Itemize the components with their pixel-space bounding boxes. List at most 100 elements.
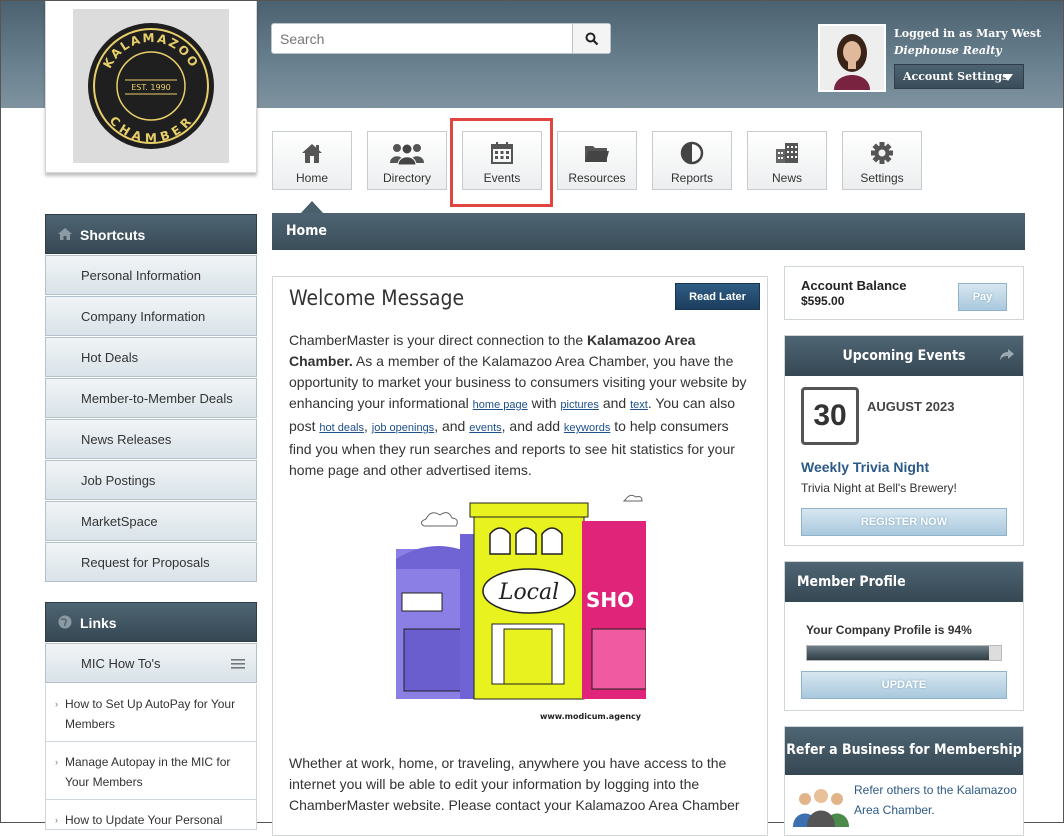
sidebar-item-hot-deals[interactable]: Hot Deals — [45, 337, 257, 377]
nav-label: Home — [295, 171, 328, 185]
nav-label: Resources — [568, 171, 626, 185]
nav-label: Directory — [382, 171, 431, 185]
nav-settings[interactable]: Settings — [842, 131, 922, 190]
shortcuts-header: Shortcuts — [45, 214, 257, 254]
text-segment: , and add — [501, 418, 564, 434]
folder-icon — [585, 146, 609, 162]
sidebar-item-member-deals[interactable]: Member-to-Member Deals — [45, 378, 257, 418]
text-segment: , — [364, 418, 372, 434]
nav-reports[interactable]: Reports — [652, 131, 732, 190]
sidebar-item-label: Request for Proposals — [81, 555, 210, 570]
upcoming-events-panel: Upcoming Events 30 AUGUST 2023 Weekly Tr… — [784, 335, 1024, 546]
update-profile-button[interactable]: UPDATE — [801, 671, 1007, 699]
link-item[interactable]: › How to Set Up AutoPay for Your Members — [45, 684, 257, 742]
link-label: How to Update Your Personal — [65, 813, 223, 827]
chevron-right-icon: › — [55, 699, 58, 709]
search-input[interactable] — [272, 24, 572, 53]
member-profile-panel: Member Profile Your Company Profile is 9… — [784, 561, 1024, 711]
chevron-right-icon: › — [55, 815, 58, 825]
sidebar-item-label: Personal Information — [81, 268, 201, 283]
member-profile-header: Member Profile — [785, 562, 1023, 602]
account-balance-label: Account Balance — [801, 278, 907, 293]
home-icon — [302, 144, 322, 163]
illustration-credit: www.modicum.agency — [540, 712, 642, 721]
user-avatar[interactable] — [818, 24, 886, 92]
event-title-link[interactable]: Weekly Trivia Night — [801, 459, 929, 475]
sidebar-item-label: MarketSpace — [81, 514, 158, 529]
user-info: Logged in as Mary West Diephouse Realty — [894, 27, 1041, 57]
nav-resources[interactable]: Resources — [557, 131, 637, 190]
member-profile-title: Member Profile — [797, 574, 906, 590]
links-header: Links — [45, 602, 257, 642]
keywords-link[interactable]: keywords — [564, 422, 610, 434]
refer-others-link[interactable]: Refer others to the Kalamazoo Area Chamb… — [854, 780, 1019, 820]
building-icon — [776, 143, 798, 163]
illustration-shop-sign: SHO — [586, 588, 634, 612]
nav-news[interactable]: News — [747, 131, 827, 190]
sidebar-item-label: News Releases — [81, 432, 172, 447]
upcoming-events-header: Upcoming Events — [785, 336, 1023, 376]
sidebar-item-personal-information[interactable]: Personal Information — [45, 255, 257, 295]
nav-label: Reports — [670, 171, 714, 185]
events-highlight-box — [450, 118, 553, 207]
nav-label: News — [771, 171, 802, 185]
logo-background: KALAMAZOO CHAMBER EST. 1990 — [73, 9, 229, 163]
page-title: Home — [286, 223, 327, 239]
share-icon[interactable] — [999, 348, 1015, 362]
text-segment: with — [527, 395, 561, 411]
profile-progress-fill — [807, 646, 990, 660]
refer-business-header: Refer a Business for Membership — [785, 727, 1023, 775]
register-now-button[interactable]: REGISTER NOW — [801, 508, 1007, 536]
sidebar-item-news-releases[interactable]: News Releases — [45, 419, 257, 459]
home-page-link[interactable]: home page — [473, 399, 528, 411]
logo-est: EST. 1990 — [131, 83, 171, 92]
search-button[interactable] — [572, 24, 610, 53]
chamber-logo: KALAMAZOO CHAMBER EST. 1990 — [88, 23, 214, 149]
text-segment: and — [598, 395, 631, 411]
logged-in-text: Logged in as Mary West — [894, 27, 1042, 40]
nav-directory[interactable]: Directory — [367, 131, 447, 190]
read-later-button[interactable]: Read Later — [675, 283, 760, 310]
globe-icon — [58, 615, 72, 629]
sidebar-item-request-for-proposals[interactable]: Request for Proposals — [45, 542, 257, 582]
sidebar-item-company-information[interactable]: Company Information — [45, 296, 257, 336]
event-month-year: AUGUST 2023 — [867, 399, 955, 414]
pie-chart-icon — [680, 141, 704, 165]
search-bar — [271, 23, 611, 54]
chevron-right-icon: › — [55, 757, 58, 767]
links-title: Links — [80, 615, 117, 631]
page-title-bar: Home — [272, 213, 1025, 250]
shortcuts-title: Shortcuts — [80, 227, 146, 243]
profile-completion-text: Your Company Profile is 94% — [806, 623, 972, 637]
sidebar-item-marketspace[interactable]: MarketSpace — [45, 501, 257, 541]
refer-business-title: Refer a Business for Membership — [786, 742, 1022, 758]
caret-down-icon — [1003, 74, 1013, 81]
welcome-message-panel: Welcome Message Read Later ChamberMaster… — [272, 276, 768, 836]
account-settings-button[interactable]: Account Settings — [894, 64, 1024, 89]
hot-deals-link[interactable]: hot deals — [319, 422, 364, 434]
text-segment: , and — [434, 418, 470, 434]
links-group-mic-howtos[interactable]: MIC How To's — [45, 643, 257, 683]
event-description: Trivia Night at Bell's Brewery! — [801, 481, 957, 495]
sidebar-item-label: Member-to-Member Deals — [81, 391, 233, 406]
chamber-logo-card[interactable]: KALAMAZOO CHAMBER EST. 1990 — [45, 1, 257, 173]
pay-button[interactable]: Pay — [958, 283, 1007, 311]
link-item[interactable]: › Manage Autopay in the MIC for Your Mem… — [45, 742, 257, 800]
welcome-paragraph-2: Whether at work, home, or traveling, any… — [289, 755, 740, 813]
account-balance-panel: Account Balance $595.00 Pay — [784, 266, 1024, 320]
text-segment: ChamberMaster is your direct connection … — [289, 332, 588, 348]
text-link[interactable]: text — [630, 399, 648, 411]
shop-local-illustration: Local SHO www.modicum.agency — [396, 479, 646, 723]
welcome-paragraph-1: ChamberMaster is your direct connection … — [289, 330, 755, 481]
hamburger-menu-icon[interactable] — [231, 659, 245, 669]
nav-home[interactable]: Home — [272, 131, 352, 190]
welcome-title: Welcome Message — [289, 286, 465, 310]
pictures-link[interactable]: pictures — [560, 399, 599, 411]
sidebar-item-job-postings[interactable]: Job Postings — [45, 460, 257, 500]
user-photo-icon — [820, 26, 884, 90]
event-date-box: 30 — [801, 387, 859, 445]
job-openings-link[interactable]: job openings — [372, 422, 434, 434]
events-link[interactable]: events — [469, 422, 501, 434]
link-item[interactable]: › How to Update Your Personal — [45, 800, 257, 830]
sidebar-item-label: Hot Deals — [81, 350, 139, 365]
